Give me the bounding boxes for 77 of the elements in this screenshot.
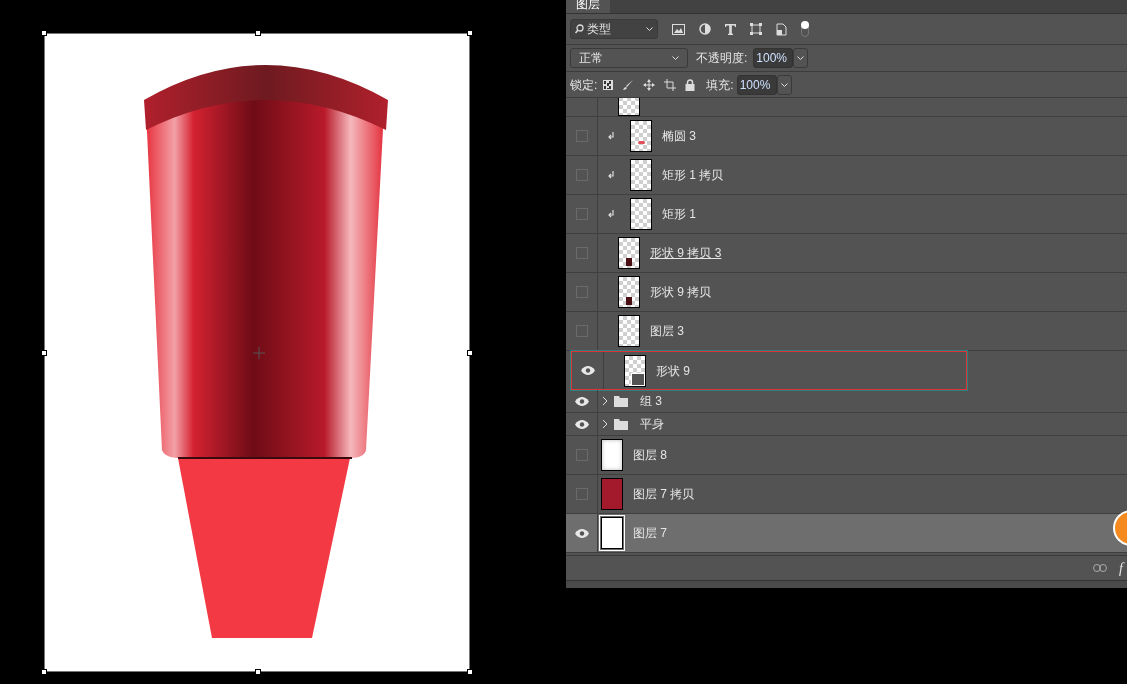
layer-thumbnail (624, 354, 646, 387)
layer-name: 形状 9 拷贝 (650, 284, 712, 301)
brush-icon[interactable] (622, 78, 635, 91)
blend-mode-value: 正常 (579, 50, 603, 67)
opacity-dropdown-button[interactable] (793, 48, 809, 68)
crop-icon[interactable] (664, 78, 677, 91)
layer-name: 形状 9 (656, 362, 690, 380)
lock-icon[interactable] (685, 78, 696, 91)
layer-name: 形状 9 拷贝 3 (650, 245, 722, 262)
shape-icon[interactable] (750, 23, 762, 35)
layer-name: 图层 3 (650, 323, 684, 340)
layer-name: 图层 8 (633, 447, 667, 464)
group-row[interactable]: 组 3 (566, 390, 1127, 413)
transform-handle[interactable] (467, 350, 473, 356)
lock-label: 锁定: (570, 76, 598, 94)
fill-label: 填充: (706, 76, 734, 94)
caret-icon (797, 56, 805, 60)
transform-handle[interactable] (255, 669, 261, 675)
transform-handle[interactable] (467, 669, 473, 675)
layer-row[interactable]: 矩形 1 拷贝 (566, 156, 1127, 195)
move-icon[interactable] (643, 78, 656, 91)
layer-thumbnail (630, 159, 652, 191)
layer-thumbnail (618, 276, 640, 308)
filter-value: 类型 (587, 21, 612, 38)
layer-thumbnail (601, 517, 623, 549)
layer-row[interactable]: 形状 9 拷贝 3 (566, 234, 1127, 273)
transform-handle[interactable] (467, 30, 473, 36)
type-icon[interactable] (725, 23, 736, 35)
link-icon[interactable] (1093, 564, 1107, 572)
smart-object-icon[interactable] (776, 22, 787, 36)
layer-row[interactable]: 图层 3 (566, 312, 1127, 351)
layer-thumbnail (630, 120, 652, 152)
fill-field[interactable]: 100% (736, 74, 777, 95)
layer-row[interactable]: 图层 7 (566, 514, 1127, 553)
layer-row[interactable]: 图层 8 (566, 436, 1127, 475)
layer-row[interactable]: 形状 9 (571, 351, 967, 390)
transform-handle[interactable] (255, 30, 261, 36)
folder-icon (614, 395, 628, 407)
eye-icon[interactable] (574, 528, 589, 538)
layer-row[interactable]: 形状 9 拷贝 (566, 273, 1127, 312)
transform-handle[interactable] (41, 30, 47, 36)
fill-dropdown-button[interactable] (776, 74, 792, 95)
image-icon[interactable] (672, 23, 685, 35)
opacity-label: 不透明度: (696, 50, 748, 67)
transform-handle[interactable] (41, 350, 47, 356)
layer-row[interactable]: 矩形 1 (566, 195, 1127, 234)
layer-thumbnail (630, 198, 652, 230)
group-name: 平身 (640, 416, 664, 433)
expand-chevron-icon[interactable] (602, 420, 608, 428)
layer-name: 椭圆 3 (662, 128, 696, 145)
transform-handle[interactable] (41, 669, 47, 675)
blend-mode-dropdown[interactable]: 正常 (570, 48, 688, 68)
group-name: 组 3 (640, 393, 662, 410)
eye-icon[interactable] (574, 396, 589, 406)
folder-icon (614, 418, 628, 430)
layer-thumbnail (618, 237, 640, 269)
group-row[interactable]: 平身 (566, 413, 1127, 436)
layer-name: 矩形 1 拷贝 (662, 167, 724, 184)
caret-icon (672, 56, 679, 60)
layer-name: 图层 7 拷贝 (633, 486, 695, 503)
opacity-field[interactable]: 100% (753, 48, 794, 68)
eye-icon[interactable] (580, 366, 595, 375)
adjustment-icon[interactable] (699, 23, 711, 35)
caret-icon (780, 82, 788, 87)
crosshair-icon (253, 347, 265, 359)
effects-button[interactable]: f (1119, 557, 1127, 579)
eye-icon[interactable] (574, 419, 589, 429)
layer-thumbnail (618, 315, 640, 347)
caret-icon (646, 27, 653, 31)
filter-dropdown[interactable]: 类型 (570, 19, 658, 39)
lock-transparency-icon[interactable] (603, 79, 614, 90)
layer-name: 矩形 1 (662, 206, 696, 223)
layer-name: 图层 7 (633, 525, 667, 542)
layer-thumbnail (601, 439, 623, 471)
layer-row[interactable]: 椭圆 3 (566, 117, 1127, 156)
search-icon (575, 24, 584, 34)
expand-chevron-icon[interactable] (602, 397, 608, 405)
